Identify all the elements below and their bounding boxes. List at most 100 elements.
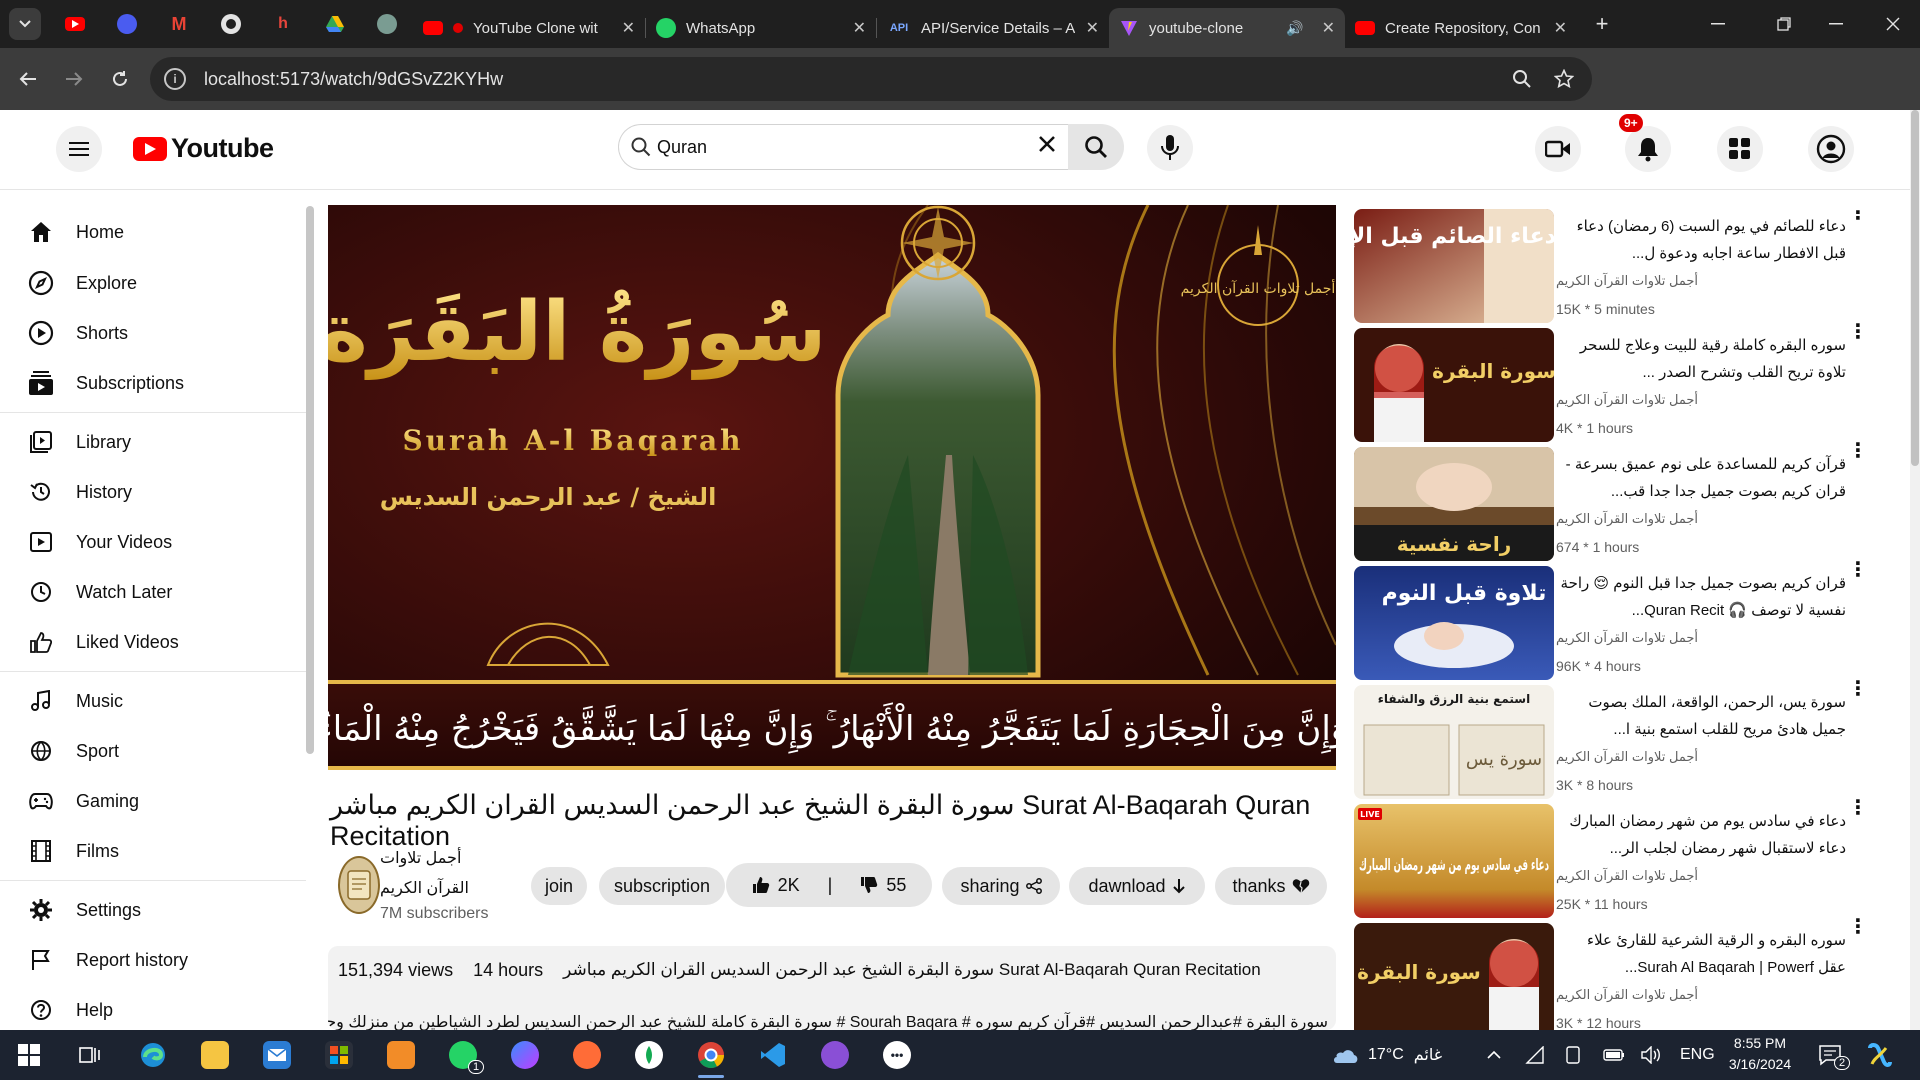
address-bar[interactable]: i localhost:5173/watch/9dGSvZ2KYHw [150,57,1592,101]
recommendation-channel[interactable]: أجمل تلاوات القرآن الكريم [1556,868,1698,884]
share-button[interactable]: sharing [942,867,1060,905]
minimize-button[interactable] [1806,0,1866,48]
sidebar-item-report-history[interactable]: Report history [0,935,306,985]
more-options-icon[interactable]: ⋮ [1848,322,1864,342]
recommendation-title[interactable]: قران كريم بصوت جميل جدا قبل النوم 😌 راحة… [1556,570,1846,624]
recommendation-channel[interactable]: أجمل تلاوات القرآن الكريم [1556,273,1698,289]
copilot-icon[interactable] [1866,1030,1892,1080]
recommendation-title[interactable]: قرآن كريم للمساعدة على نوم عميق بسرعة - … [1556,451,1846,505]
voice-search-button[interactable] [1147,125,1193,171]
account-button[interactable] [1808,126,1854,172]
sidebar-item-music[interactable]: Music [0,676,306,726]
video-thumbnail[interactable]: دعاء الصائم قبل الإفطار [1354,209,1554,323]
sidebar-item-history[interactable]: History [0,467,306,517]
recommendation-title[interactable]: سورة يس، الرحمن، الواقعة، الملك بصوت جمي… [1556,689,1846,743]
join-button[interactable]: join [531,867,587,905]
tab-youtube-clone[interactable]: youtube-clone 🔊 ✕ [1109,8,1345,48]
volume-icon[interactable] [1641,1030,1663,1080]
tab-create-repository[interactable]: Create Repository, Con ✕ [1345,8,1577,48]
sidebar-item-help[interactable]: Help [0,985,306,1030]
taskbar-app-white[interactable]: ••• [872,1030,922,1080]
create-video-button[interactable] [1535,126,1581,172]
close-window-button[interactable] [1866,0,1920,48]
recommendation-channel[interactable]: أجمل تلاوات القرآن الكريم [1556,987,1698,1003]
sidebar-item-watch-later[interactable]: Watch Later [0,567,306,617]
sidebar-item-explore[interactable]: Explore [0,258,306,308]
notification-center-button[interactable]: 2 [1818,1030,1851,1080]
forward-button[interactable] [56,61,92,97]
taskbar-messenger[interactable] [500,1030,550,1080]
pinned-tab-gmail[interactable]: M [153,0,205,48]
scrollbar-thumb[interactable] [1911,110,1919,466]
weather-widget[interactable]: 17°C غائم [1330,1030,1442,1080]
taskbar-github-desktop[interactable] [810,1030,860,1080]
recommendation-title[interactable]: دعاء في سادس يوم من شهر رمضان المبارك دع… [1556,808,1846,862]
close-tab-icon[interactable]: ✕ [622,18,635,38]
pinned-tab-app[interactable] [101,0,153,48]
close-tab-icon[interactable]: ✕ [1554,18,1567,38]
sidebar-item-subscriptions[interactable]: Subscriptions [0,358,306,408]
more-options-icon[interactable]: ⋮ [1848,441,1864,461]
tab-search-button[interactable] [9,8,41,40]
tab-youtube-clone-tutorial[interactable]: YouTube Clone wit ✕ [413,8,645,48]
taskbar-mail[interactable] [252,1030,302,1080]
window-minimize-icon[interactable] [1690,0,1746,48]
recommendation-channel[interactable]: أجمل تلاوات القرآن الكريم [1556,630,1698,646]
more-options-icon[interactable]: ⋮ [1848,209,1864,223]
tray-device-icon[interactable] [1565,1030,1581,1080]
dislike-button[interactable]: 55 [860,875,906,896]
youtube-logo[interactable]: Youtube [133,133,274,164]
more-options-icon[interactable]: ⋮ [1848,917,1864,937]
tab-api-details[interactable]: API API/Service Details – A ✕ [877,8,1109,48]
page-scrollbar[interactable] [1910,110,1920,1030]
taskbar-vscode[interactable] [748,1030,798,1080]
reload-button[interactable] [102,61,138,97]
video-thumbnail[interactable]: تلاوة قبل النوم [1354,566,1554,680]
taskbar-app-orange[interactable] [376,1030,426,1080]
pinned-tab-tool[interactable]: h [257,0,309,48]
taskbar-mongodb[interactable] [624,1030,674,1080]
channel-name[interactable]: أجمل تلاوات القرآن الكريم [380,844,506,904]
taskbar-chrome[interactable] [686,1030,736,1080]
start-button[interactable] [4,1030,54,1080]
zoom-icon[interactable] [1512,69,1532,89]
recommendation-title[interactable]: سوره البقره و الرقية الشرعية للقارئ علاء… [1556,927,1846,981]
recommendation-item[interactable]: LIVE دعاء في سادس يوم من شهر رمضان المبا… [1354,798,1864,919]
notifications-button[interactable] [1625,126,1671,172]
recommendation-item[interactable]: استمع بنية الرزق والشفاء سورة يس سورة يس… [1354,679,1864,800]
subscribe-button[interactable]: subscription [599,867,725,905]
sidebar-item-films[interactable]: Films [0,826,306,876]
video-thumbnail[interactable]: استمع بنية الرزق والشفاء سورة يس [1354,685,1554,799]
pinned-tab-chatgpt[interactable] [361,0,413,48]
speaker-icon[interactable]: 🔊 [1286,20,1303,37]
recommendation-channel[interactable]: أجمل تلاوات القرآن الكريم [1556,749,1698,765]
recommendation-item[interactable]: راحة نفسية قرآن كريم للمساعدة على نوم عم… [1354,441,1864,562]
menu-button[interactable] [56,126,102,172]
search-input[interactable] [657,136,1017,158]
taskbar-file-explorer[interactable] [190,1030,240,1080]
close-tab-icon[interactable]: ✕ [1086,18,1099,38]
close-tab-icon[interactable]: ✕ [1322,18,1335,38]
recommendation-item[interactable]: سورة البقرة سوره البقره و الرقية الشرعية… [1354,917,1864,1030]
recommendation-item[interactable]: دعاء الصائم قبل الإفطار دعاء للصائم في ي… [1354,209,1864,324]
language-indicator[interactable]: ENG [1680,1030,1715,1080]
download-button[interactable]: dawnload [1069,867,1205,905]
new-tab-button[interactable]: + [1587,11,1617,37]
url-text[interactable]: localhost:5173/watch/9dGSvZ2KYHw [204,69,503,90]
taskbar-postman[interactable] [562,1030,612,1080]
network-icon[interactable] [1525,1030,1545,1080]
recommendation-item[interactable]: سورة البقرة سوره البقره كاملة رقية للبيت… [1354,322,1864,443]
sidebar-item-sport[interactable]: Sport [0,726,306,776]
apps-button[interactable] [1717,126,1763,172]
search-button[interactable] [1068,124,1124,170]
video-thumbnail[interactable]: سورة البقرة [1354,923,1554,1030]
sidebar-item-settings[interactable]: Settings [0,885,306,935]
more-options-icon[interactable]: ⋮ [1848,798,1864,818]
taskbar-whatsapp[interactable]: 1 [438,1030,488,1080]
battery-icon[interactable] [1603,1030,1625,1080]
close-tab-icon[interactable]: ✕ [853,18,866,38]
back-button[interactable] [10,61,46,97]
sidebar-scrollbar[interactable] [306,206,314,754]
task-view-button[interactable] [65,1030,115,1080]
pinned-tab-drive[interactable] [309,0,361,48]
